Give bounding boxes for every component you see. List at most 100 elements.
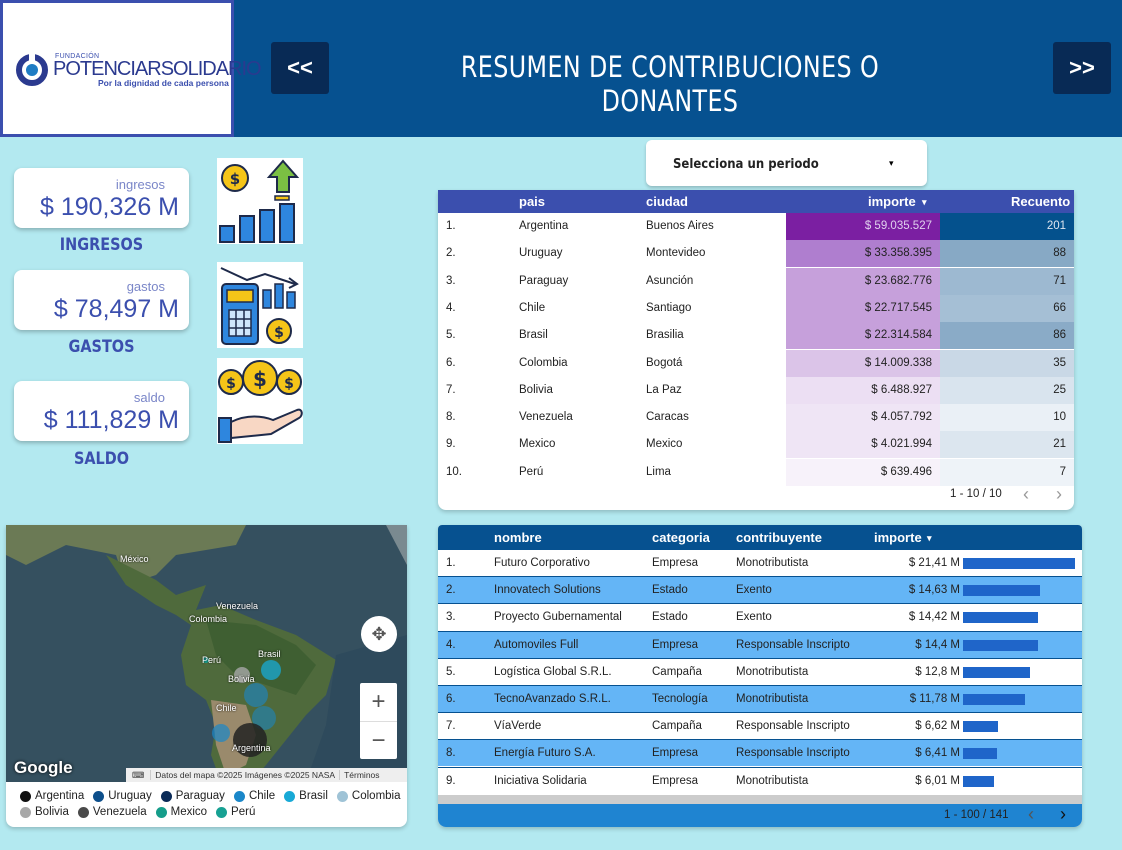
table-row[interactable]: 5. Brasil Brasilia $ 22.314.584 86 — [438, 322, 1074, 350]
row-ciudad: Santiago — [646, 301, 692, 314]
row-nombre: Energía Futuro S.A. — [494, 747, 596, 760]
table-row[interactable]: 7. VíaVerde Campaña Responsable Inscripto $ … — [438, 712, 1082, 740]
sort-desc-icon[interactable]: ▾ — [922, 197, 927, 208]
marker-brasil[interactable] — [261, 660, 281, 680]
col-recuento[interactable]: Recuento — [1011, 194, 1070, 209]
map-attribution-bar: ⌨ Datos del mapa ©2025 Imágenes ©2025 NA… — [126, 768, 407, 782]
row-importe-bar — [963, 666, 1030, 678]
kpi-saldo-label: saldo — [133, 390, 165, 405]
table-row[interactable]: 8. Energía Futuro S.A. Empresa Responsable … — [438, 739, 1082, 767]
col-contribuyente[interactable]: contribuyente — [736, 530, 822, 545]
row-ciudad: Montevideo — [646, 247, 706, 260]
row-recuento: 21 — [940, 431, 1074, 459]
kpi-saldo-caption: SALDO — [73, 449, 130, 469]
marker-paraguay[interactable] — [244, 683, 268, 707]
zoom-out-button[interactable]: − — [360, 721, 397, 759]
table-row[interactable]: 2. Uruguay Montevideo $ 33.358.395 88 — [438, 240, 1074, 268]
sort-desc-icon[interactable]: ▾ — [927, 533, 932, 544]
legend-item[interactable]: Brasil — [284, 790, 328, 802]
next-page-button[interactable]: >> — [1053, 42, 1111, 94]
terms-link[interactable]: Términos — [339, 770, 383, 780]
row-pais: Colombia — [519, 356, 568, 369]
table-row[interactable]: 9. Mexico Mexico $ 4.021.994 21 — [438, 431, 1074, 459]
legend-swatch — [77, 806, 89, 818]
legend-label: Perú — [231, 806, 256, 818]
row-recuento: 7 — [940, 458, 1074, 486]
table-row[interactable]: 1. Argentina Buenos Aires $ 59.035.527 201 — [438, 213, 1074, 240]
prev-page-button[interactable]: << — [271, 42, 329, 94]
horizontal-scrollbar[interactable] — [438, 795, 1082, 804]
row-importe: $ 21,41 M — [908, 557, 960, 569]
table-row[interactable]: 10. Perú Lima $ 639.496 7 — [438, 458, 1074, 486]
legend-item[interactable]: Venezuela — [77, 806, 147, 818]
legend-item[interactable]: Mexico — [155, 806, 207, 818]
legend-item[interactable]: Chile — [233, 790, 275, 802]
legend-item[interactable]: Bolivia — [20, 806, 69, 818]
pan-control-icon[interactable]: ✥ — [361, 616, 397, 652]
map-label-colombia: Colombia — [189, 614, 228, 624]
svg-text:$: $ — [230, 170, 240, 188]
row-number: 2. — [446, 584, 456, 597]
zoom-controls: + − — [360, 683, 397, 759]
row-importe: $ 22.314.584 — [786, 322, 940, 350]
map-label-argentina: Argentina — [232, 743, 271, 753]
map-legend-row1: Argentina Uruguay Paraguay Chile Brasil Colom… — [20, 790, 401, 802]
table-row[interactable]: 6. Colombia Bogotá $ 14.009.338 35 — [438, 349, 1074, 377]
satellite-map[interactable]: México Venezuela Colombia Perú Brasil Bo… — [6, 525, 407, 782]
col-ciudad[interactable]: ciudad — [646, 194, 688, 209]
table-row[interactable]: 1. Futuro Corporativo Empresa Monotributist… — [438, 549, 1082, 576]
marker-chile[interactable] — [212, 724, 230, 742]
row-importe: $ 6.488.927 — [786, 376, 940, 404]
next-page-icon[interactable]: › — [1056, 484, 1062, 505]
period-select[interactable]: Selecciona un periodo ▾ — [646, 140, 927, 186]
donor-table-footer: 1 - 100 / 141 ‹ › — [438, 804, 1082, 827]
kpi-saldo-value: $ 111,829 M — [43, 406, 179, 434]
row-number: 3. — [446, 611, 456, 624]
row-categoria: Estado — [652, 584, 688, 597]
table-row[interactable]: 3. Proyecto Gubernamental Estado Exento $ 14… — [438, 603, 1082, 631]
row-ciudad: Buenos Aires — [646, 220, 714, 232]
table-row[interactable]: 5. Logística Global S.R.L. Campaña Monotrib… — [438, 657, 1082, 685]
row-number: 5. — [446, 665, 456, 678]
zoom-in-button[interactable]: + — [360, 683, 397, 721]
legend-swatch — [93, 790, 105, 802]
table-row[interactable]: 9. Iniciativa Solidaria Empresa Monotributi… — [438, 766, 1082, 794]
legend-item[interactable]: Perú — [216, 806, 255, 818]
col-categoria[interactable]: categoria — [652, 530, 710, 545]
table-row[interactable]: 4. Chile Santiago $ 22.717.545 66 — [438, 294, 1074, 322]
legend-item[interactable]: Paraguay — [160, 790, 225, 802]
row-nombre: Iniciativa Solidaria — [494, 774, 587, 787]
row-nombre: Futuro Corporativo — [494, 557, 590, 569]
table-row[interactable]: 2. Innovatech Solutions Estado Exento $ 14,6… — [438, 576, 1082, 604]
row-ciudad: Lima — [646, 465, 671, 478]
prev-page-icon[interactable]: ‹ — [1028, 804, 1034, 825]
expenses-calculator-icon: $ — [217, 262, 303, 348]
table-row[interactable]: 8. Venezuela Caracas $ 4.057.792 10 — [438, 404, 1074, 432]
table-row[interactable]: 6. TecnoAvanzado S.R.L. Tecnología Monotrib… — [438, 685, 1082, 712]
legend-item[interactable]: Colombia — [336, 790, 401, 802]
row-number: 8. — [446, 747, 456, 760]
col-importe[interactable]: importe — [874, 530, 922, 545]
col-nombre[interactable]: nombre — [494, 530, 542, 545]
row-importe-bar — [963, 558, 1075, 569]
col-pais[interactable]: pais — [519, 194, 545, 209]
table-row[interactable]: 7. Bolivia La Paz $ 6.488.927 25 — [438, 376, 1074, 404]
row-importe: $ 11,78 M — [909, 693, 960, 705]
row-importe: $ 23.682.776 — [786, 267, 940, 295]
row-importe: $ 59.035.527 — [786, 213, 940, 240]
keyboard-icon[interactable]: ⌨ — [126, 770, 150, 781]
row-categoria: Tecnología — [652, 693, 708, 705]
next-page-icon[interactable]: › — [1060, 804, 1066, 825]
row-number: 4. — [446, 638, 456, 651]
kpi-gastos-card: gastos $ 78,497 M — [14, 270, 189, 330]
table-row[interactable]: 4. Automoviles Full Empresa Responsable Ins… — [438, 630, 1082, 658]
table-row[interactable]: 3. Paraguay Asunción $ 23.682.776 71 — [438, 267, 1074, 295]
prev-page-icon[interactable]: ‹ — [1023, 484, 1029, 505]
row-categoria: Estado — [652, 611, 688, 624]
row-importe: $ 14,4 M — [915, 638, 960, 651]
legend-item[interactable]: Argentina — [20, 790, 84, 802]
col-importe[interactable]: importe — [868, 194, 916, 209]
legend-item[interactable]: Uruguay — [93, 790, 152, 802]
legend-swatch — [216, 806, 228, 818]
row-pais: Uruguay — [519, 247, 563, 260]
